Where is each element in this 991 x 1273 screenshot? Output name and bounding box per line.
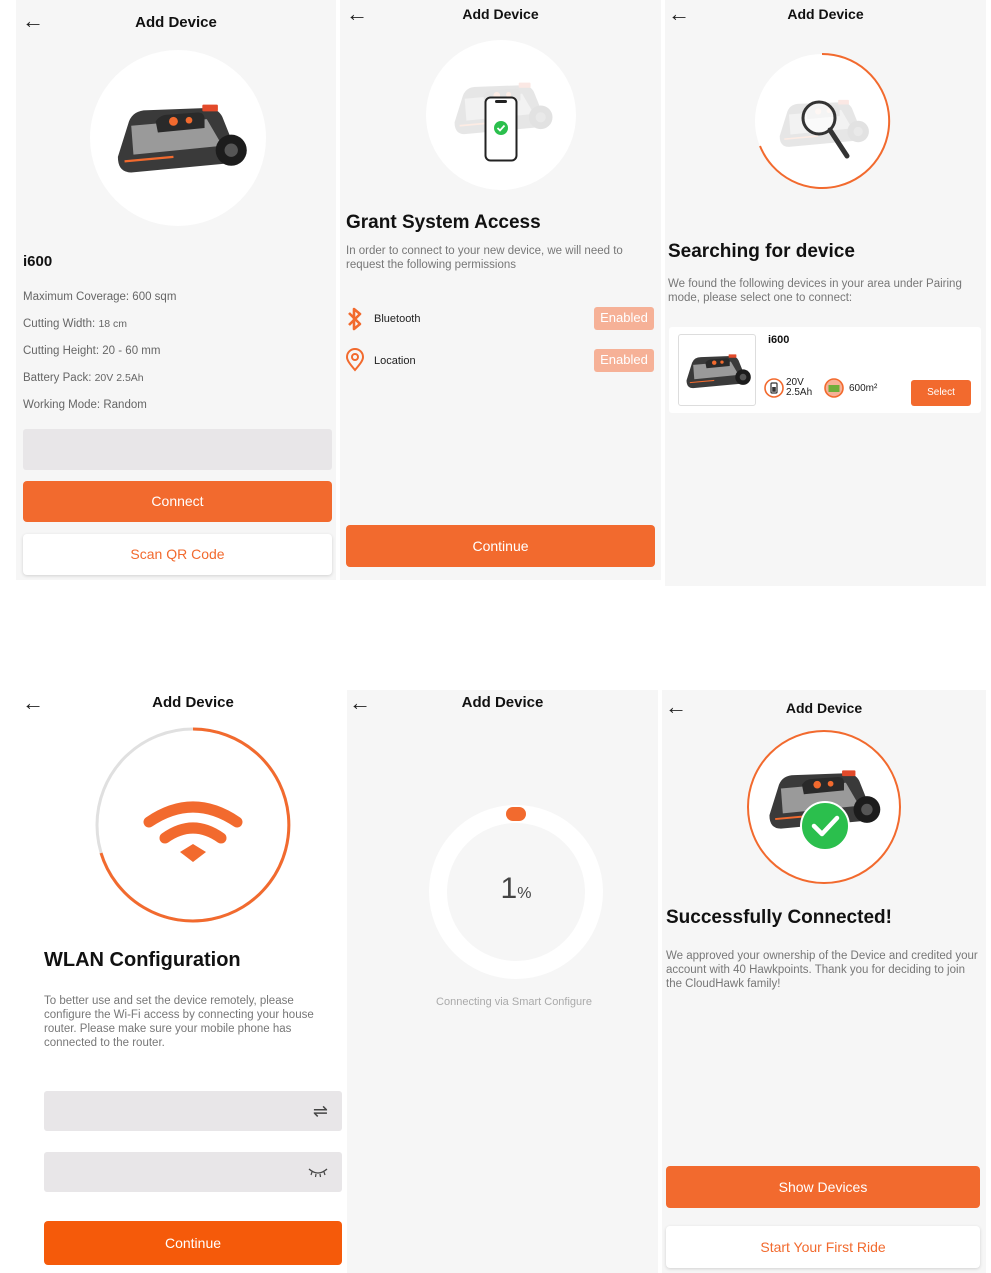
device-name: i600: [768, 334, 790, 346]
permission-label-location: Location: [374, 355, 416, 367]
swap-network-icon[interactable]: ⇌: [313, 1101, 328, 1122]
spec-label: Cutting Width:: [23, 318, 96, 330]
page-title: Add Device: [785, 700, 863, 716]
connection-status-text: Connecting via Smart Configure: [436, 996, 592, 1008]
scan-qr-button[interactable]: Scan QR Code: [23, 534, 332, 575]
coverage-spec: 600m²: [849, 383, 878, 394]
hide-password-eye-icon[interactable]: [308, 1166, 328, 1180]
mower-icon: [116, 103, 248, 174]
continue-button[interactable]: Continue: [44, 1221, 342, 1265]
spec-row: Maximum Coverage: 600 sqm: [23, 291, 176, 303]
location-pin-icon: [345, 348, 365, 372]
screen-searching-device: ← Add Device Searching for device We fou…: [665, 0, 986, 586]
battery-capacity: 2.5Ah: [786, 387, 813, 398]
page-title: Add Device: [152, 694, 234, 711]
section-heading: Grant System Access: [346, 212, 541, 233]
bluetooth-status-badge: Enabled: [594, 307, 654, 330]
lawn-area-icon: [824, 378, 844, 398]
section-description: To better use and set the device remotel…: [44, 995, 314, 1049]
spec-value: 600 sqm: [132, 291, 177, 303]
screen-connecting: ← Add Device 1% Connecting via Smart Con…: [347, 690, 658, 1273]
battery-icon: [764, 378, 784, 398]
show-devices-button[interactable]: Show Devices: [666, 1166, 980, 1208]
spec-label: Maximum Coverage:: [23, 291, 130, 303]
progress-indicator-dot: [506, 807, 526, 821]
phone-illustration-circle: [426, 40, 576, 190]
back-arrow-icon[interactable]: ←: [22, 692, 44, 714]
section-heading: Searching for device: [668, 241, 855, 262]
page-title: Add Device: [787, 6, 864, 22]
phone-check-icon: [484, 96, 518, 162]
device-image-circle: [90, 50, 266, 226]
spec-row: Battery Pack: 20V 2.5Ah: [23, 372, 144, 384]
spec-label: Cutting Height:: [23, 345, 100, 357]
screen-grant-access: ← Add Device Grant System Access In orde…: [340, 0, 661, 580]
spec-row: Working Mode: Random: [23, 399, 147, 411]
device-card[interactable]: i600 20V 2.5Ah 600m² Select: [669, 327, 981, 413]
section-heading: WLAN Configuration: [44, 949, 241, 971]
spec-row: Cutting Width: 18 cm: [23, 318, 127, 330]
mower-icon: [685, 353, 752, 389]
start-first-ride-button[interactable]: Start Your First Ride: [666, 1226, 980, 1268]
continue-button[interactable]: Continue: [346, 525, 655, 567]
connect-button[interactable]: Connect: [23, 481, 332, 522]
success-illustration-circle: [747, 730, 901, 884]
success-check-icon: [800, 801, 850, 851]
spec-value: Random: [103, 399, 147, 411]
spec-value: 20V 2.5Ah: [94, 372, 144, 384]
page-title: Add Device: [461, 694, 544, 711]
spec-value: 18 cm: [98, 318, 128, 330]
wifi-password-input[interactable]: [44, 1152, 342, 1192]
progress-unit: %: [517, 885, 532, 902]
battery-spec: 20V 2.5Ah: [786, 378, 812, 398]
screen-wlan-config: ← Add Device WLAN Configuration To bette…: [16, 680, 345, 1270]
page-title: Add Device: [135, 14, 217, 31]
section-heading: Successfully Connected!: [666, 907, 892, 928]
screen-device-details: ← Add Device i600 Maximum Coverage: 600 …: [16, 0, 336, 580]
select-device-button[interactable]: Select: [911, 380, 971, 406]
device-code-input[interactable]: [23, 429, 332, 470]
page-title: Add Device: [462, 6, 539, 22]
spec-label: Battery Pack:: [23, 372, 92, 384]
progress-value: 1: [500, 872, 518, 905]
section-description: We approved your ownership of the Device…: [666, 950, 978, 990]
spec-label: Working Mode:: [23, 399, 101, 411]
section-description: We found the following devices in your a…: [668, 278, 962, 304]
spec-value: 20 - 60 mm: [102, 345, 161, 357]
location-status-badge: Enabled: [594, 349, 654, 372]
device-model-name: i600: [23, 253, 53, 270]
progress-percent: 1%: [428, 872, 604, 906]
permission-label-bluetooth: Bluetooth: [374, 313, 421, 325]
wifi-icon: [143, 801, 243, 862]
search-progress-ring: [759, 52, 891, 189]
section-description: In order to connect to your new device, …: [346, 245, 623, 271]
screen-connected-success: ← Add Device Successfully Connected! We …: [662, 690, 986, 1273]
spec-row: Cutting Height: 20 - 60 mm: [23, 345, 160, 357]
device-thumbnail: [678, 334, 756, 406]
bluetooth-icon: [348, 307, 362, 331]
wifi-ssid-input[interactable]: ⇌: [44, 1091, 342, 1131]
